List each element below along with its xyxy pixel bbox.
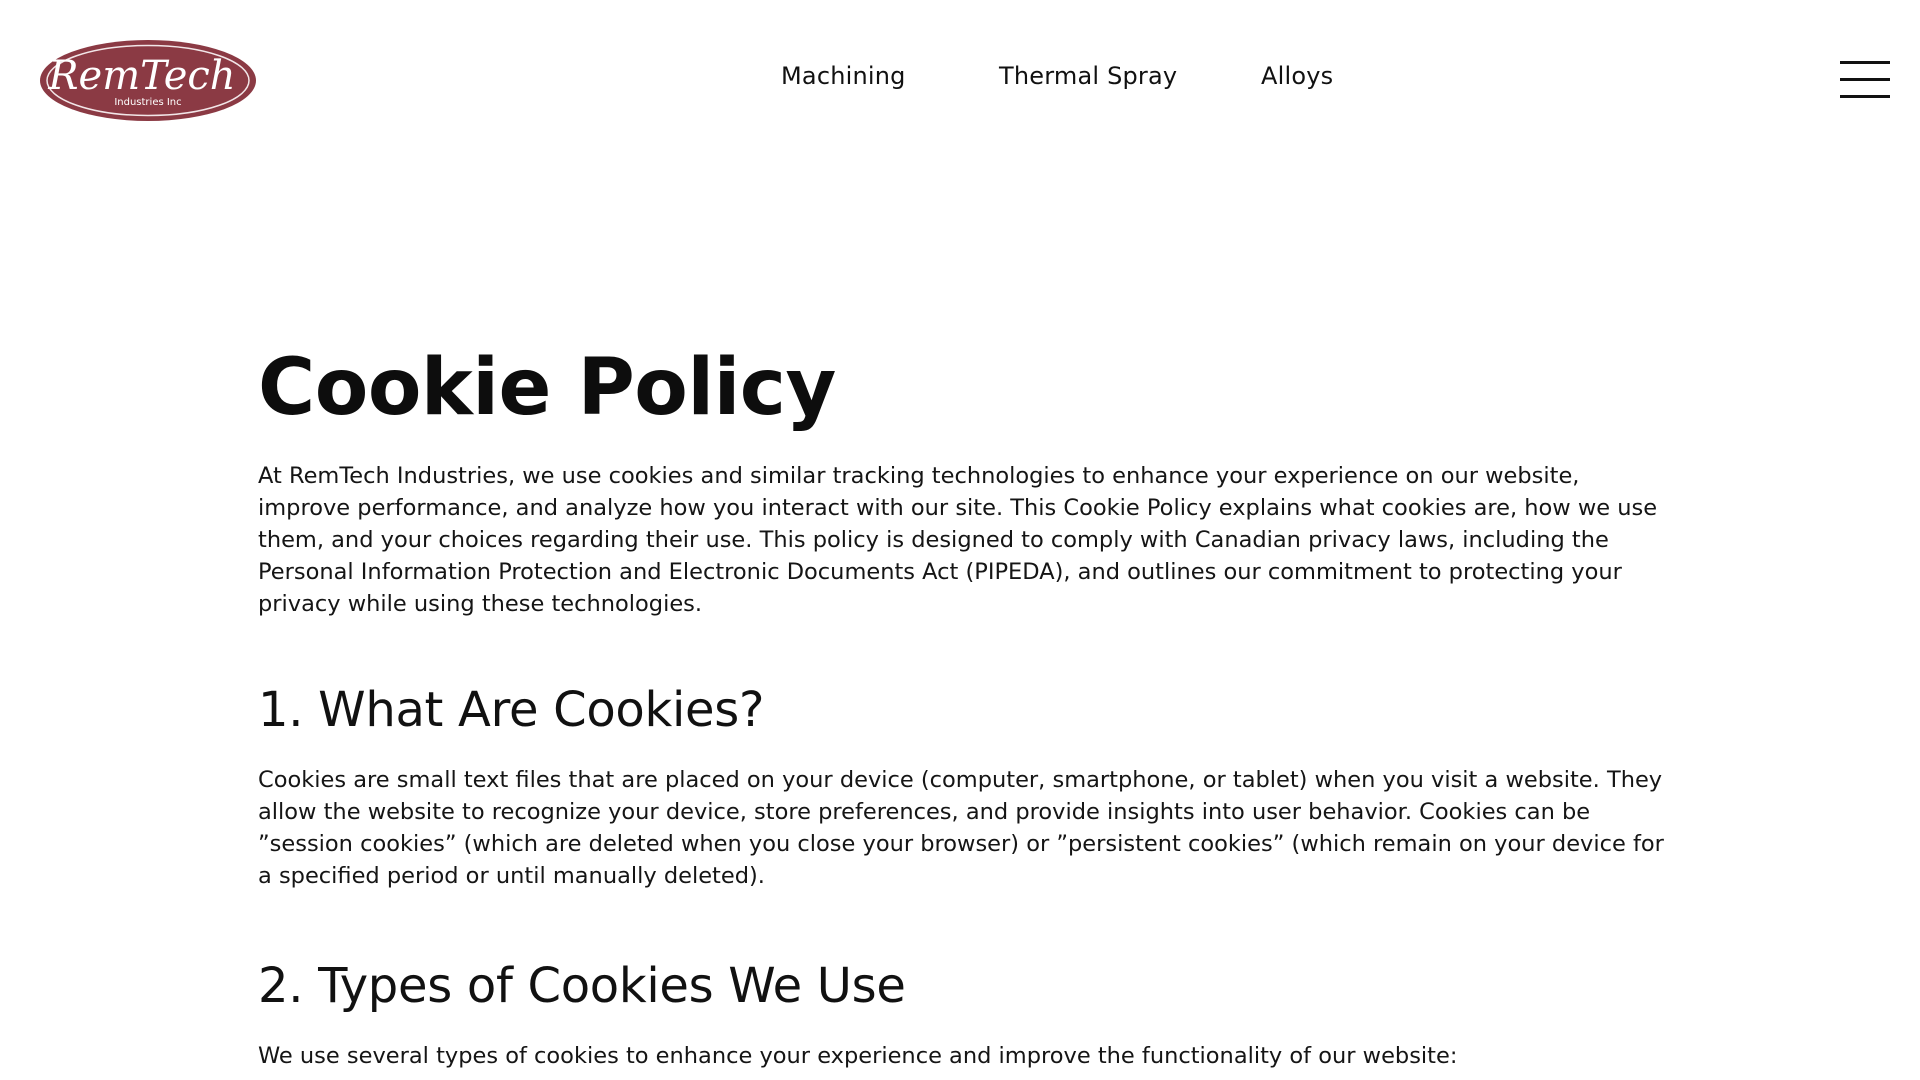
nav-link-thermal-spray[interactable]: Thermal Spray (999, 62, 1177, 90)
hamburger-icon[interactable] (1840, 60, 1890, 100)
section-body-what-are-cookies: Cookies are small text files that are pl… (258, 767, 1664, 889)
section-what-are-cookies-heading-wrap: 1. What Are Cookies? (258, 680, 1668, 740)
page-title: Cookie Policy (258, 343, 836, 433)
hamburger-line (1840, 95, 1890, 98)
section-heading-what-are-cookies: 1. What Are Cookies? (258, 682, 765, 738)
nav-link-alloys[interactable]: Alloys (1261, 62, 1333, 90)
site-header: RemTech Industries Inc Machining Thermal… (0, 0, 1920, 160)
main-nav: Machining Thermal Spray Alloys (0, 62, 1920, 102)
intro-paragraph: At RemTech Industries, we use cookies an… (258, 463, 1658, 617)
main-content: Cookie Policy At RemTech Industries, we … (258, 340, 1668, 1072)
section-body-types-of-cookies: We use several types of cookies to enhan… (258, 1043, 1458, 1069)
section-heading-types-of-cookies: 2. Types of Cookies We Use (258, 958, 906, 1014)
page: RemTech Industries Inc Machining Thermal… (0, 0, 1920, 1080)
hamburger-line (1840, 78, 1890, 81)
section-types-heading-wrap: 2. Types of Cookies We Use (258, 956, 1668, 1016)
nav-link-machining[interactable]: Machining (781, 62, 906, 90)
hamburger-line (1840, 61, 1890, 64)
